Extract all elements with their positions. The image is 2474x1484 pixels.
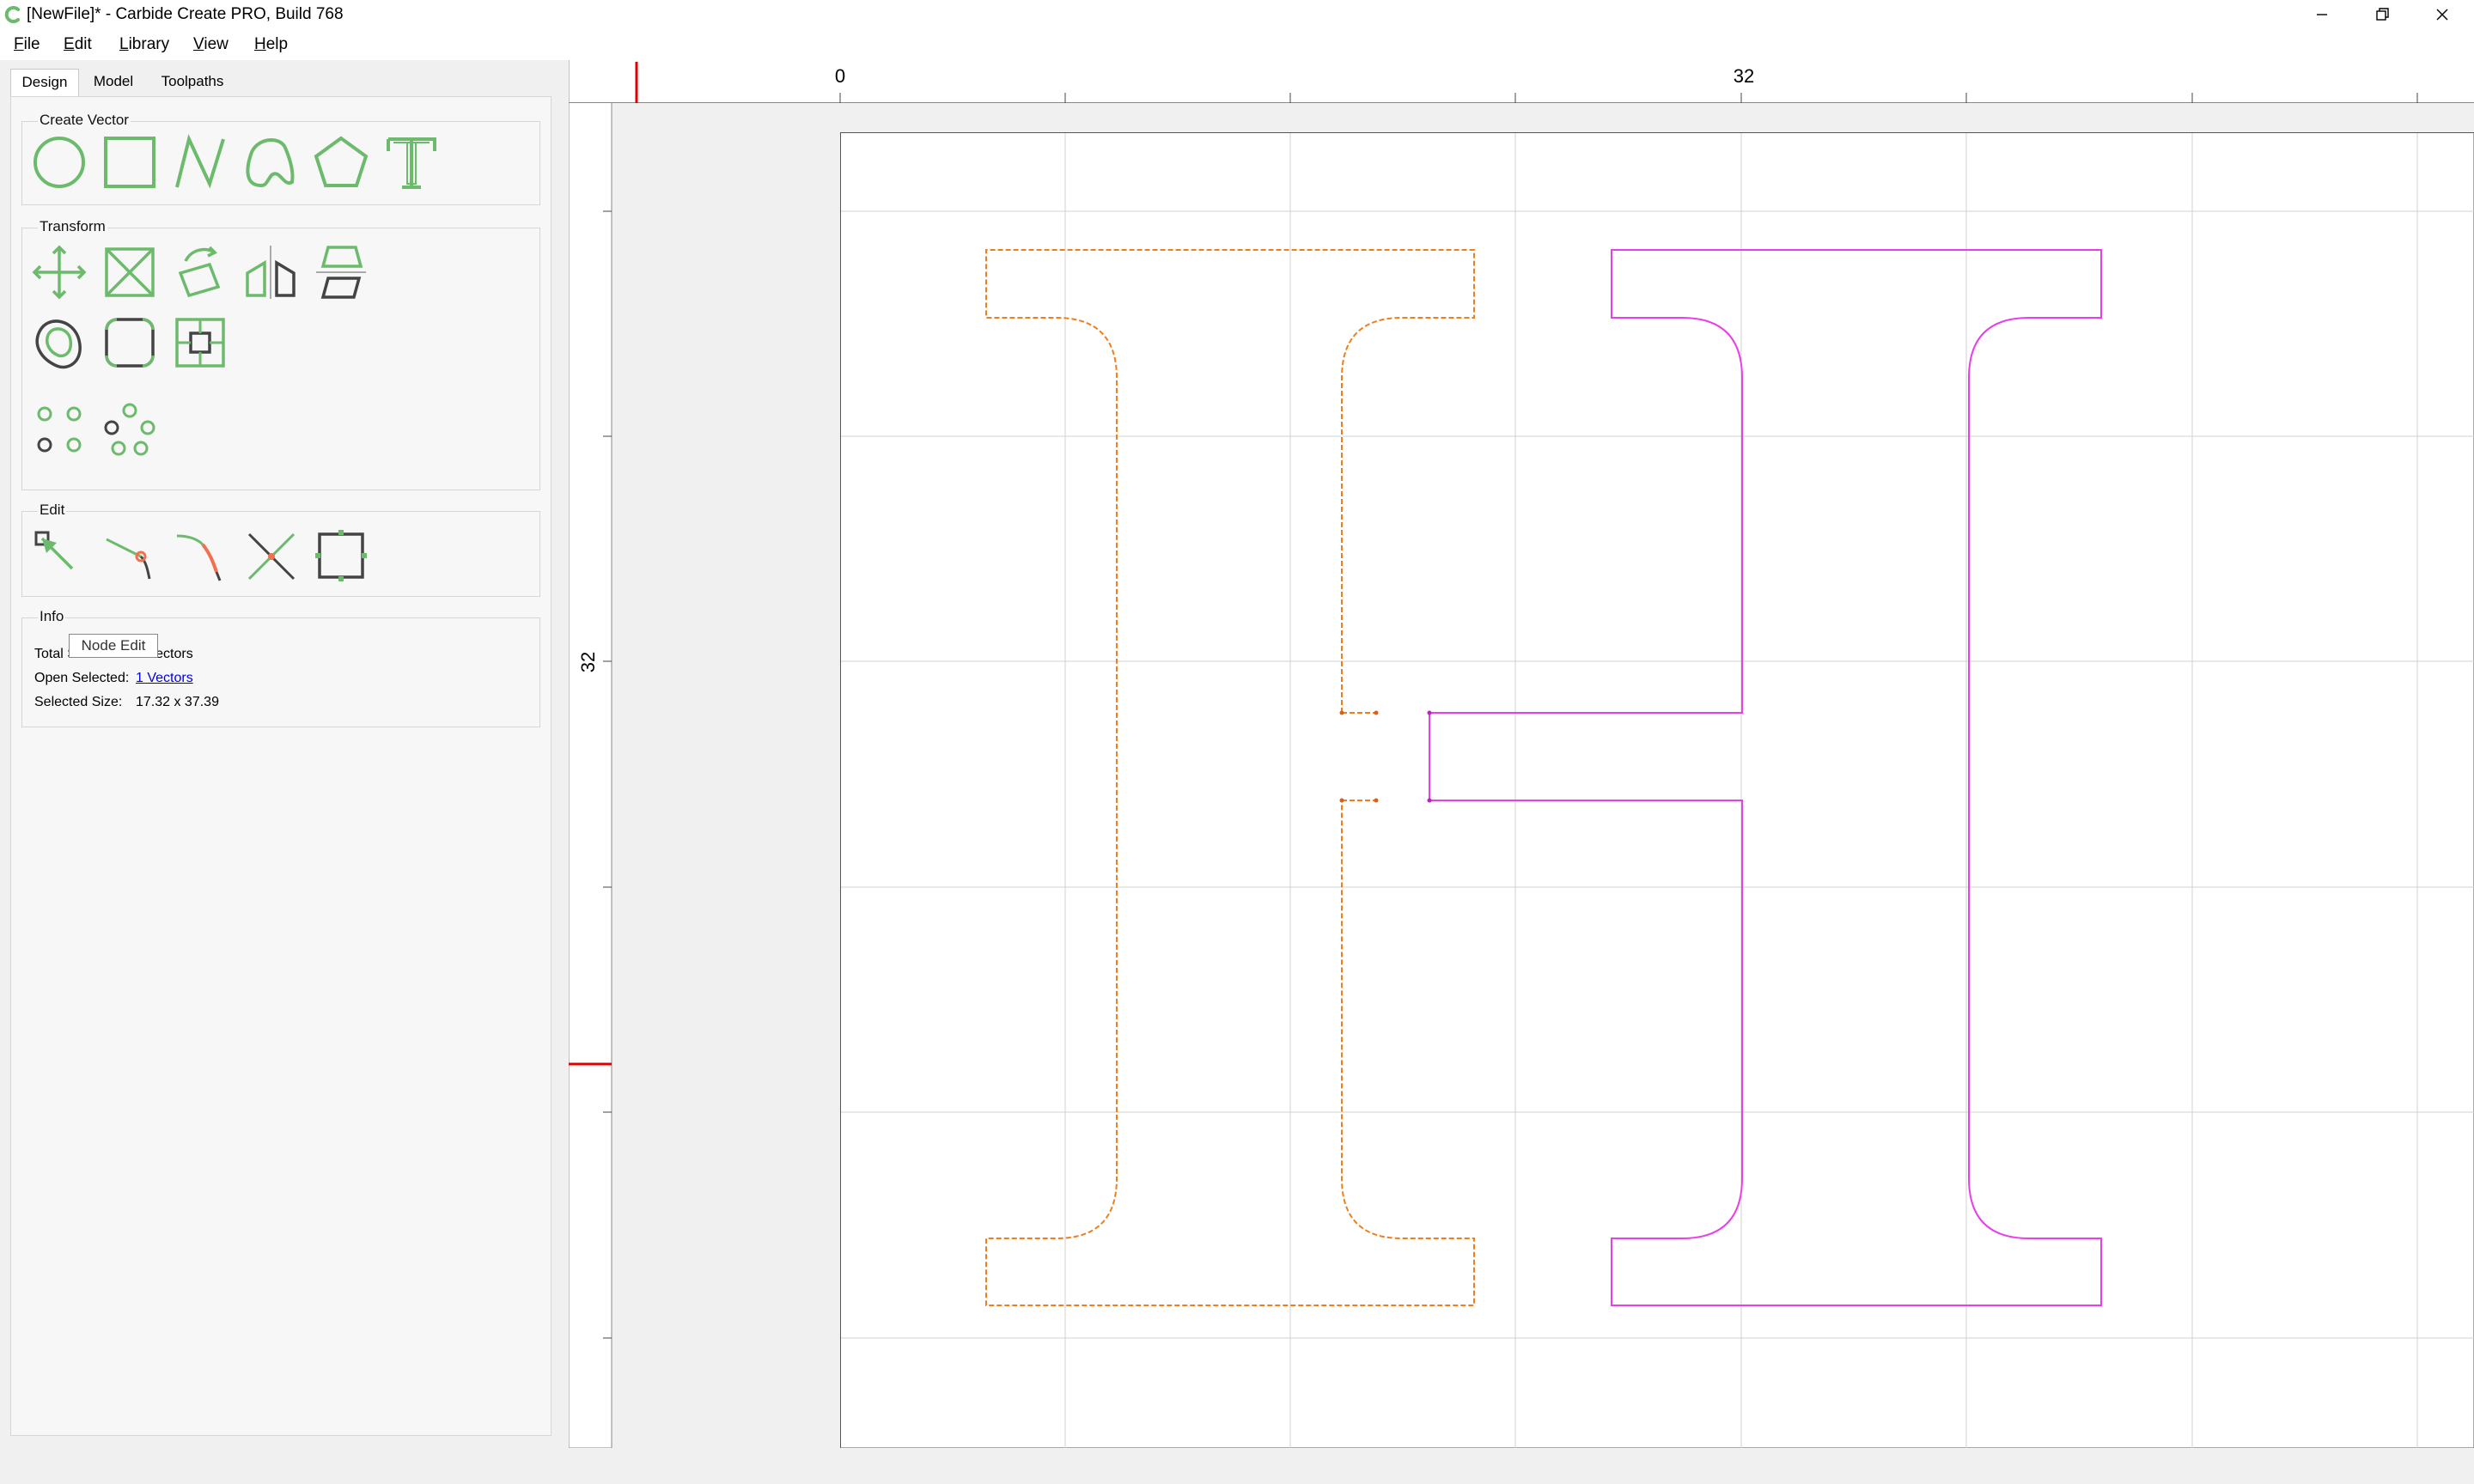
offset-icon (35, 319, 82, 369)
info-selected-size: Selected Size: 17.32 x 37.39 (34, 694, 219, 711)
trim-icon (106, 538, 151, 580)
edit-group: Edit (21, 502, 540, 597)
move-tool-button[interactable] (31, 244, 88, 301)
v-ruler-label-32: 32 (577, 652, 599, 672)
text-tool-button[interactable] (383, 134, 440, 191)
align-tool-button[interactable] (313, 244, 369, 301)
tab-model[interactable]: Model (86, 69, 141, 96)
align-icon (316, 246, 366, 299)
move-icon (32, 245, 87, 300)
selected-size-value: 17.32 x 37.39 (136, 695, 219, 709)
work-area[interactable] (840, 132, 2474, 1449)
selected-size-label: Selected Size: (34, 695, 123, 709)
array-icon (37, 406, 82, 453)
cut-icon (247, 532, 296, 581)
bounding-box-icon (315, 530, 367, 581)
rectangle-tool-button[interactable] (101, 134, 158, 191)
info-open-selected: Open Selected: 1 Vectors (34, 670, 193, 687)
horizontal-ruler[interactable] (569, 60, 2474, 103)
tab-design[interactable]: Design (10, 69, 79, 98)
tab-toolpaths[interactable]: Toolpaths (151, 69, 234, 96)
text-icon (387, 137, 436, 189)
app-logo-icon (4, 6, 20, 23)
circular-array-icon (104, 403, 155, 456)
left-panel: Design Model Toolpaths Create Vector Tra… (0, 60, 558, 1484)
fillet-tool-button[interactable] (101, 314, 158, 371)
create-vector-group: Create Vector (21, 112, 540, 205)
scale-tool-button[interactable] (101, 244, 158, 301)
boolean-tool-button[interactable] (172, 314, 229, 371)
polygon-tool-button[interactable] (313, 134, 369, 191)
curve-tool-button[interactable] (242, 134, 299, 191)
h-ruler-label-0: 0 (835, 65, 845, 87)
mirror-icon (246, 246, 296, 299)
info-title: Info (38, 608, 66, 625)
circle-icon (34, 137, 85, 188)
vertical-ruler[interactable] (569, 103, 612, 1448)
offset-tool-button[interactable] (31, 314, 88, 371)
scale-icon (105, 247, 155, 297)
rotate-icon (178, 246, 221, 298)
create-vector-title: Create Vector (38, 112, 131, 129)
mirror-tool-button[interactable] (242, 244, 299, 301)
h-ruler-label-32: 32 (1734, 65, 1754, 87)
open-selected-label: Open Selected: (34, 671, 130, 685)
polygon-icon (314, 136, 369, 187)
join-tool-button[interactable] (172, 527, 229, 584)
minimize-button[interactable] (2292, 0, 2352, 29)
restore-icon (2376, 8, 2389, 21)
transform-title: Transform (38, 218, 107, 235)
cut-tool-button[interactable] (242, 527, 299, 584)
circular-array-tool-button[interactable] (101, 402, 158, 459)
open-selected-link[interactable]: 1 Vectors (136, 671, 193, 685)
node-edit-icon (34, 531, 74, 570)
title-bar: [NewFile]* - Carbide Create PRO, Build 7… (0, 0, 2474, 29)
menu-bar: File Edit Library View Help (0, 29, 2474, 60)
node-edit-tool-button[interactable] (31, 527, 88, 584)
rotate-tool-button[interactable] (172, 244, 229, 301)
menu-edit[interactable]: Edit (64, 34, 92, 55)
curve-icon (246, 137, 295, 188)
menu-view[interactable]: View (193, 34, 229, 55)
window-title: [NewFile]* - Carbide Create PRO, Build 7… (27, 5, 344, 23)
circle-tool-button[interactable] (31, 134, 88, 191)
boolean-icon (175, 318, 225, 368)
menu-help[interactable]: Help (254, 34, 288, 55)
status-bar (0, 1448, 2474, 1484)
rectangle-icon (104, 137, 155, 188)
polyline-icon (175, 134, 225, 189)
tooltip: Node Edit (69, 634, 158, 658)
canvas-svg[interactable]: 0 32 32 (569, 60, 2474, 1448)
close-button[interactable] (2412, 0, 2472, 29)
design-panel: Create Vector Transform Edit Info Total … (10, 96, 551, 1436)
minimize-icon (2317, 14, 2327, 15)
menu-file[interactable]: File (14, 34, 40, 55)
edit-title: Edit (38, 502, 67, 519)
join-icon (176, 534, 222, 581)
bounding-box-tool-button[interactable] (313, 527, 369, 584)
fillet-icon (105, 318, 155, 368)
design-canvas[interactable]: 0 32 32 (569, 60, 2474, 1448)
trim-tool-button[interactable] (101, 527, 158, 584)
close-icon (2436, 9, 2448, 21)
transform-group: Transform (21, 218, 540, 490)
menu-library[interactable]: Library (119, 34, 169, 55)
polyline-tool-button[interactable] (172, 134, 229, 191)
restore-button[interactable] (2352, 0, 2412, 29)
array-tool-button[interactable] (31, 402, 88, 459)
